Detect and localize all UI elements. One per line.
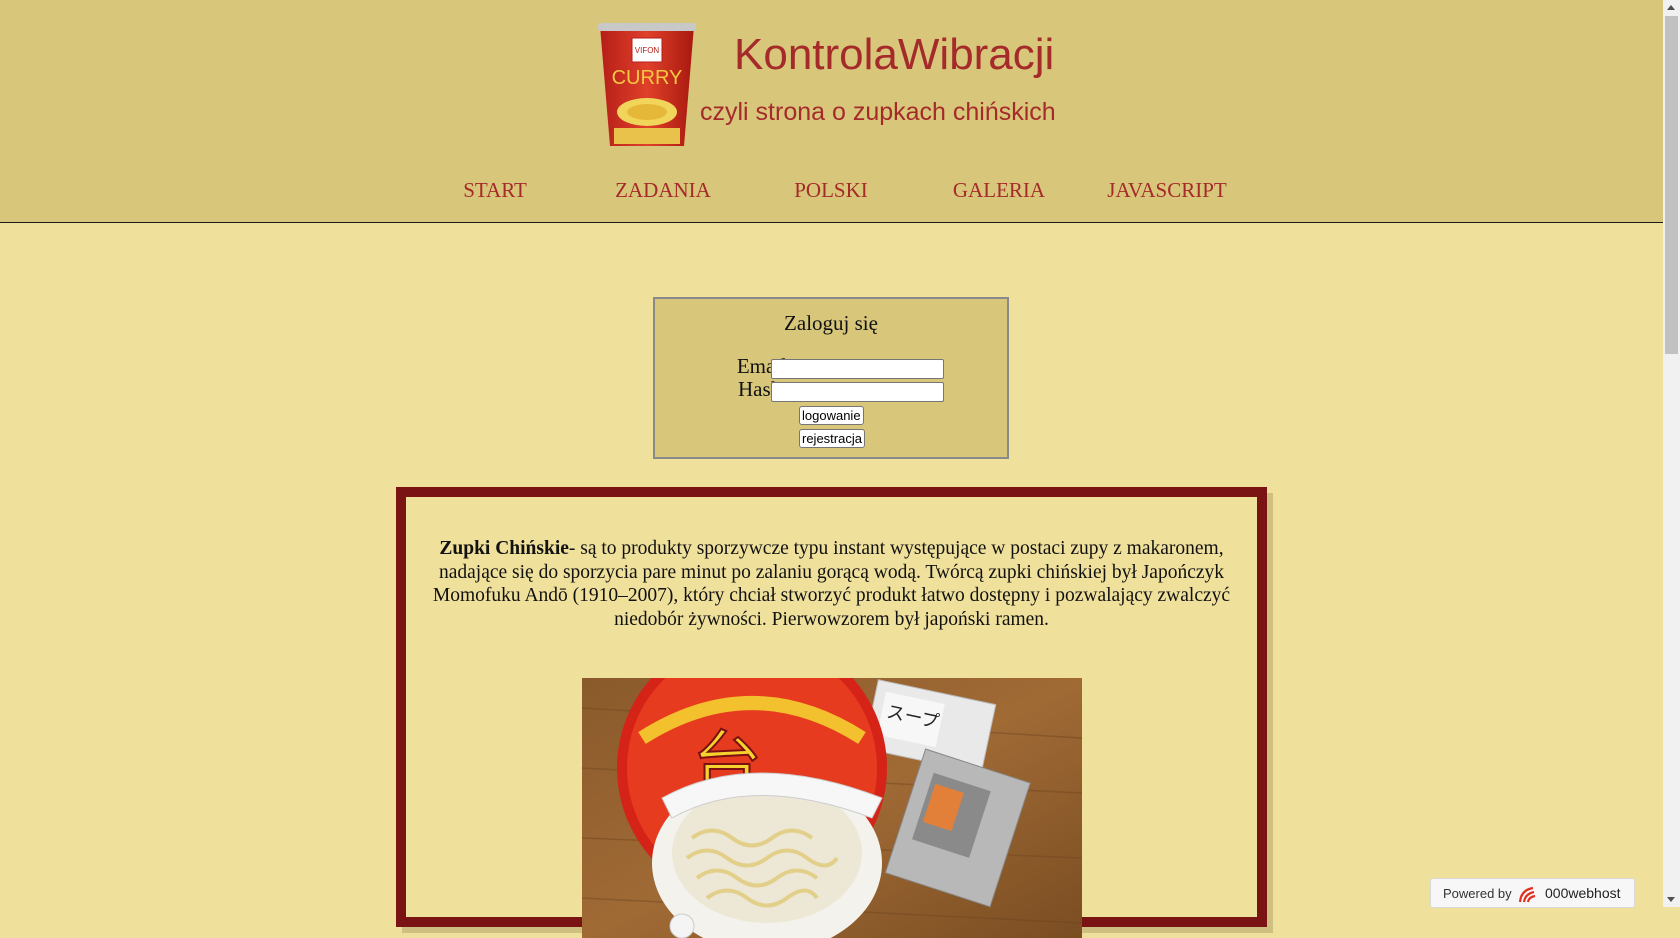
email-field[interactable]	[771, 359, 944, 379]
article-box: Zupki Chińskie- są to produkty sporzywcz…	[396, 487, 1267, 938]
site-subtitle: czyli strona o zupkach chińskich	[700, 98, 1056, 126]
instant-noodle-photo: スープ 台	[582, 678, 1082, 938]
logo-flavor-text: CURRY	[612, 67, 683, 89]
scroll-down-arrow-icon[interactable]	[1667, 897, 1675, 902]
webhost-logo-icon	[1518, 886, 1536, 903]
scroll-thumb[interactable]	[1665, 16, 1678, 354]
badge-powered-by: Powered by	[1443, 886, 1512, 901]
site-title: KontrolaWibracji	[734, 30, 1055, 79]
password-row: Hasło	[655, 377, 1007, 402]
login-button[interactable]: logowanie	[799, 406, 864, 425]
hosting-badge[interactable]: Powered by 000webhost	[1430, 878, 1635, 908]
nav-javascript[interactable]: JAVASCRIPT	[1083, 178, 1251, 203]
logo-brand-text: VIFON	[635, 46, 660, 55]
scroll-up-arrow-icon[interactable]	[1667, 5, 1675, 10]
site-header: VIFON CURRY KontrolaWibracji czyli stron…	[0, 0, 1663, 223]
main-nav: START ZADANIA POLSKI GALERIA JAVASCRIPT	[0, 178, 1663, 208]
email-row: Email	[655, 354, 1007, 379]
register-button[interactable]: rejestracja	[799, 429, 865, 448]
vertical-scrollbar[interactable]	[1663, 0, 1680, 907]
nav-start[interactable]: START	[411, 178, 579, 203]
article-term: Zupki Chińskie	[439, 538, 569, 559]
password-field[interactable]	[771, 382, 944, 402]
login-panel: Zaloguj się Email Hasło logowanie rejest…	[653, 297, 1009, 459]
login-title: Zaloguj się	[784, 311, 878, 335]
nav-galeria[interactable]: GALERIA	[915, 178, 1083, 203]
article-text: Zupki Chińskie- są to produkty sporzywcz…	[420, 537, 1243, 631]
nav-polski[interactable]: POLSKI	[747, 178, 915, 203]
nav-zadania[interactable]: ZADANIA	[579, 178, 747, 203]
badge-brand: 000webhost	[1545, 885, 1621, 901]
noodle-cup-logo: VIFON CURRY	[598, 23, 696, 146]
